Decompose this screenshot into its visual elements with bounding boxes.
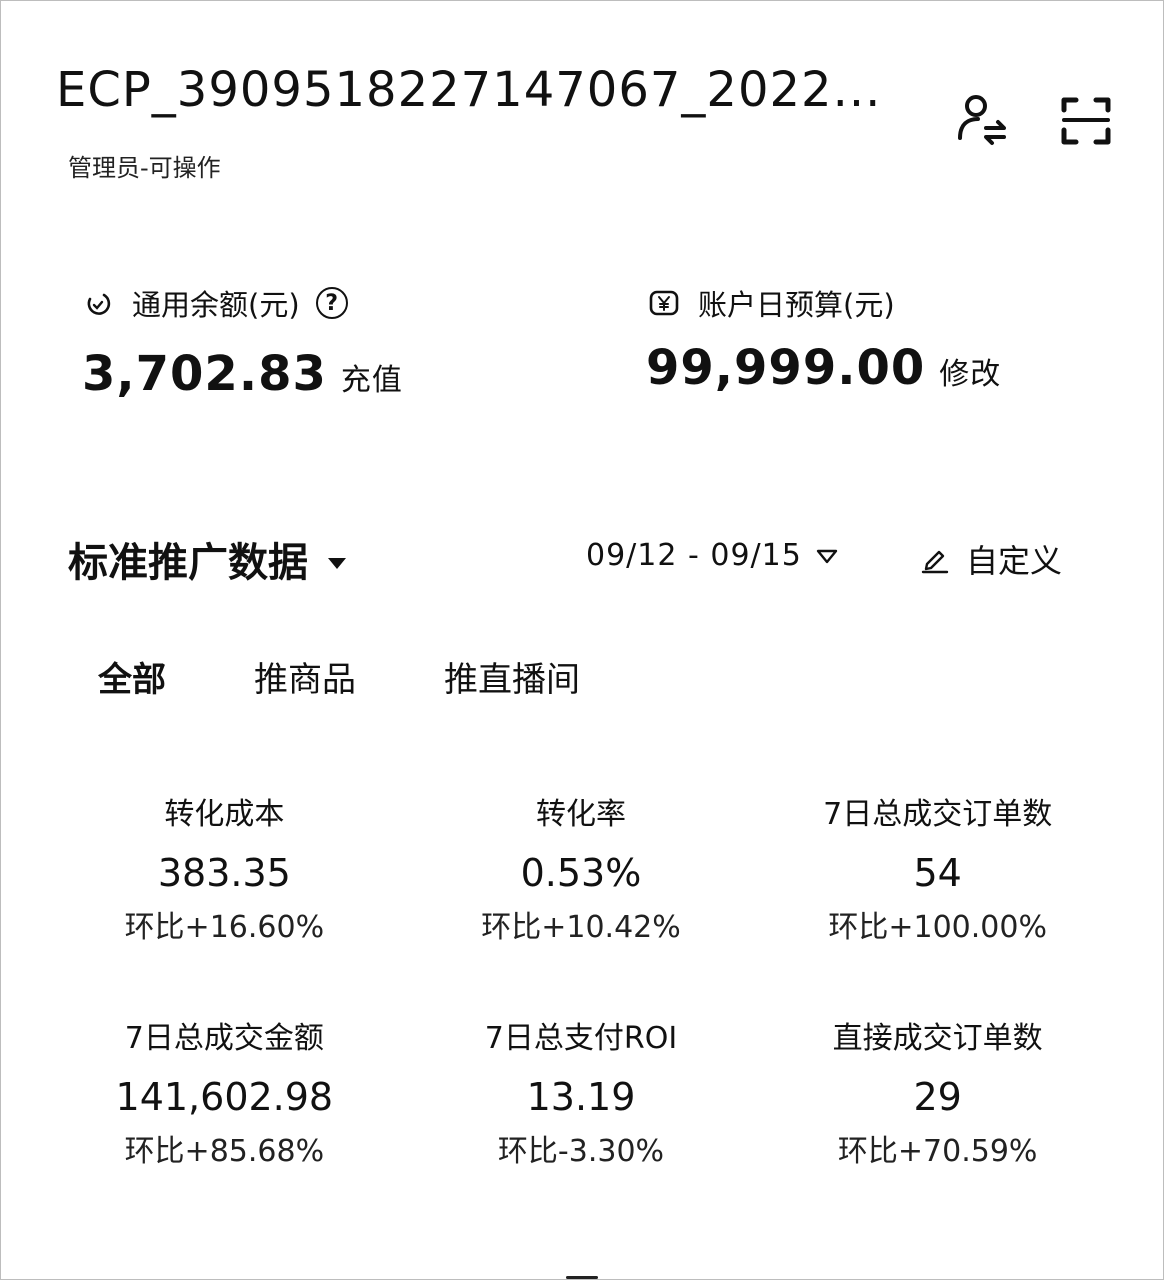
balance-row: 3,702.83 充值 (82, 346, 403, 402)
balance-label-row: 通用余额(元) ? (82, 282, 348, 324)
metric-value: 29 (913, 1075, 962, 1119)
data-type-selector[interactable]: 标准推广数据 (68, 530, 348, 588)
tab-products[interactable]: 推商品 (254, 652, 356, 701)
account-role: 管理员-可操作 (68, 154, 221, 182)
metric-label: 7日总成交金额 (124, 1021, 324, 1056)
chevron-down-icon (816, 538, 838, 573)
metric-card[interactable]: 转化成本 383.35 环比+16.60% (46, 795, 403, 949)
metric-label: 转化率 (535, 797, 626, 832)
home-indicator (566, 1276, 598, 1279)
yuan-badge-icon (648, 287, 680, 319)
tab-all[interactable]: 全部 (98, 652, 166, 701)
recharge-link[interactable]: 充值 (341, 355, 403, 399)
triangle-down-icon (326, 536, 348, 582)
customize-label: 自定义 (966, 542, 1063, 580)
metric-change: 环比+16.60% (124, 910, 325, 945)
metric-change: 环比+10.42% (481, 910, 681, 945)
metric-card[interactable]: 7日总支付ROI 13.19 环比-3.30% (403, 1019, 760, 1173)
scan-icon (1058, 92, 1114, 152)
metric-change: 环比+85.68% (124, 1134, 325, 1169)
budget-label-row: 账户日预算(元) (648, 282, 895, 324)
metric-value: 141,602.98 (115, 1075, 334, 1119)
question-circle-icon[interactable]: ? (315, 287, 348, 319)
wallet-icon (82, 287, 114, 319)
metric-value: 54 (913, 851, 962, 895)
pencil-icon (920, 544, 950, 574)
metric-change: 环比-3.30% (497, 1134, 665, 1169)
metric-value: 383.35 (157, 851, 291, 895)
metric-label: 直接成交订单数 (832, 1021, 1043, 1056)
metric-change: 环比+70.59% (837, 1134, 1038, 1169)
metric-value: 13.19 (526, 1075, 636, 1119)
balance-label: 通用余额(元) (132, 288, 300, 322)
section-title: 标准推广数据 (68, 540, 308, 586)
budget-label: 账户日预算(元) (698, 288, 895, 322)
budget-row: 99,999.00 修改 (646, 340, 1001, 396)
metric-value: 0.53% (520, 851, 642, 895)
metric-card[interactable]: 7日总成交金额 141,602.98 环比+85.68% (46, 1019, 403, 1173)
user-switch-icon (954, 92, 1010, 152)
switch-account-button[interactable] (952, 92, 1012, 152)
metric-change: 环比+100.00% (828, 910, 1047, 945)
account-title[interactable]: ECP_3909518227147067_2022... (56, 62, 881, 118)
budget-value: 99,999.00 (646, 340, 926, 396)
customize-button[interactable]: 自定义 (920, 536, 1062, 582)
metric-card[interactable]: 转化率 0.53% 环比+10.42% (403, 795, 760, 949)
promotion-tabs: 全部 推商品 推直播间 (98, 652, 668, 701)
metric-label: 7日总成交订单数 (823, 797, 1053, 832)
metrics-grid: 转化成本 383.35 环比+16.60% 转化率 0.53% 环比+10.42… (46, 795, 1116, 1173)
metric-label: 7日总支付ROI (484, 1021, 678, 1056)
metric-card[interactable]: 直接成交订单数 29 环比+70.59% (759, 1019, 1116, 1173)
edit-budget-link[interactable]: 修改 (939, 349, 1001, 393)
date-range-text: 09/12 - 09/15 (586, 538, 802, 573)
date-range-selector[interactable]: 09/12 - 09/15 (586, 538, 838, 573)
tab-live-room[interactable]: 推直播间 (444, 652, 580, 701)
balance-value: 3,702.83 (82, 346, 327, 402)
metric-card[interactable]: 7日总成交订单数 54 环比+100.00% (759, 795, 1116, 949)
metric-label: 转化成本 (164, 797, 285, 832)
scan-button[interactable] (1056, 92, 1116, 152)
